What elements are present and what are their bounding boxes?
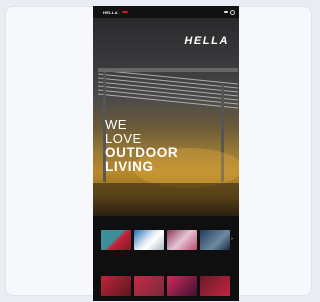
nav-pill-button[interactable] (224, 11, 228, 13)
thumbnail-card[interactable] (200, 230, 230, 252)
thumbnail-card[interactable] (167, 230, 197, 252)
thumbnail-row (101, 276, 233, 296)
thumbnail-row (101, 230, 233, 252)
thumbnail-card[interactable] (167, 276, 197, 296)
hero-headline: WE LOVE OUTDOOR LIVING (105, 118, 178, 174)
thumbnail-image (167, 230, 197, 250)
thumbnail-card[interactable] (134, 230, 164, 252)
hero-line-3: OUTDOOR (105, 145, 179, 160)
content-section-2 (93, 264, 239, 301)
thumbnail-image (101, 230, 131, 250)
thumbnail-card[interactable] (134, 276, 164, 296)
nav-logo[interactable]: HELLA (103, 10, 118, 15)
search-icon[interactable] (230, 9, 235, 15)
hero-line-4: LIVING (105, 159, 154, 174)
hero-line-2: LOVE (105, 131, 142, 146)
thumbnail-image (134, 276, 164, 296)
chevron-right-icon[interactable]: › (229, 236, 235, 242)
nav-highlight-button[interactable] (121, 11, 128, 13)
thumbnail-image (101, 276, 131, 296)
hero-banner: HELLA WE LOVE OUTDOOR LIVING (93, 18, 239, 216)
nav-right-group (224, 9, 235, 15)
thumbnail-image (134, 230, 164, 250)
thumbnail-image (200, 230, 230, 250)
thumbnail-image (200, 276, 230, 296)
top-navigation-bar: HELLA (93, 6, 239, 18)
content-section-1: › (93, 216, 239, 264)
thumbnail-card[interactable] (101, 230, 131, 252)
hero-line-1: WE (105, 117, 127, 132)
thumbnail-image (167, 276, 197, 296)
thumbnail-card[interactable] (200, 276, 230, 296)
thumbnail-card[interactable] (101, 276, 131, 296)
hero-brand-logo: HELLA (184, 35, 229, 47)
mobile-page-preview[interactable]: HELLA HELLA WE LOVE OUTDOOR LIVING › (93, 6, 239, 301)
